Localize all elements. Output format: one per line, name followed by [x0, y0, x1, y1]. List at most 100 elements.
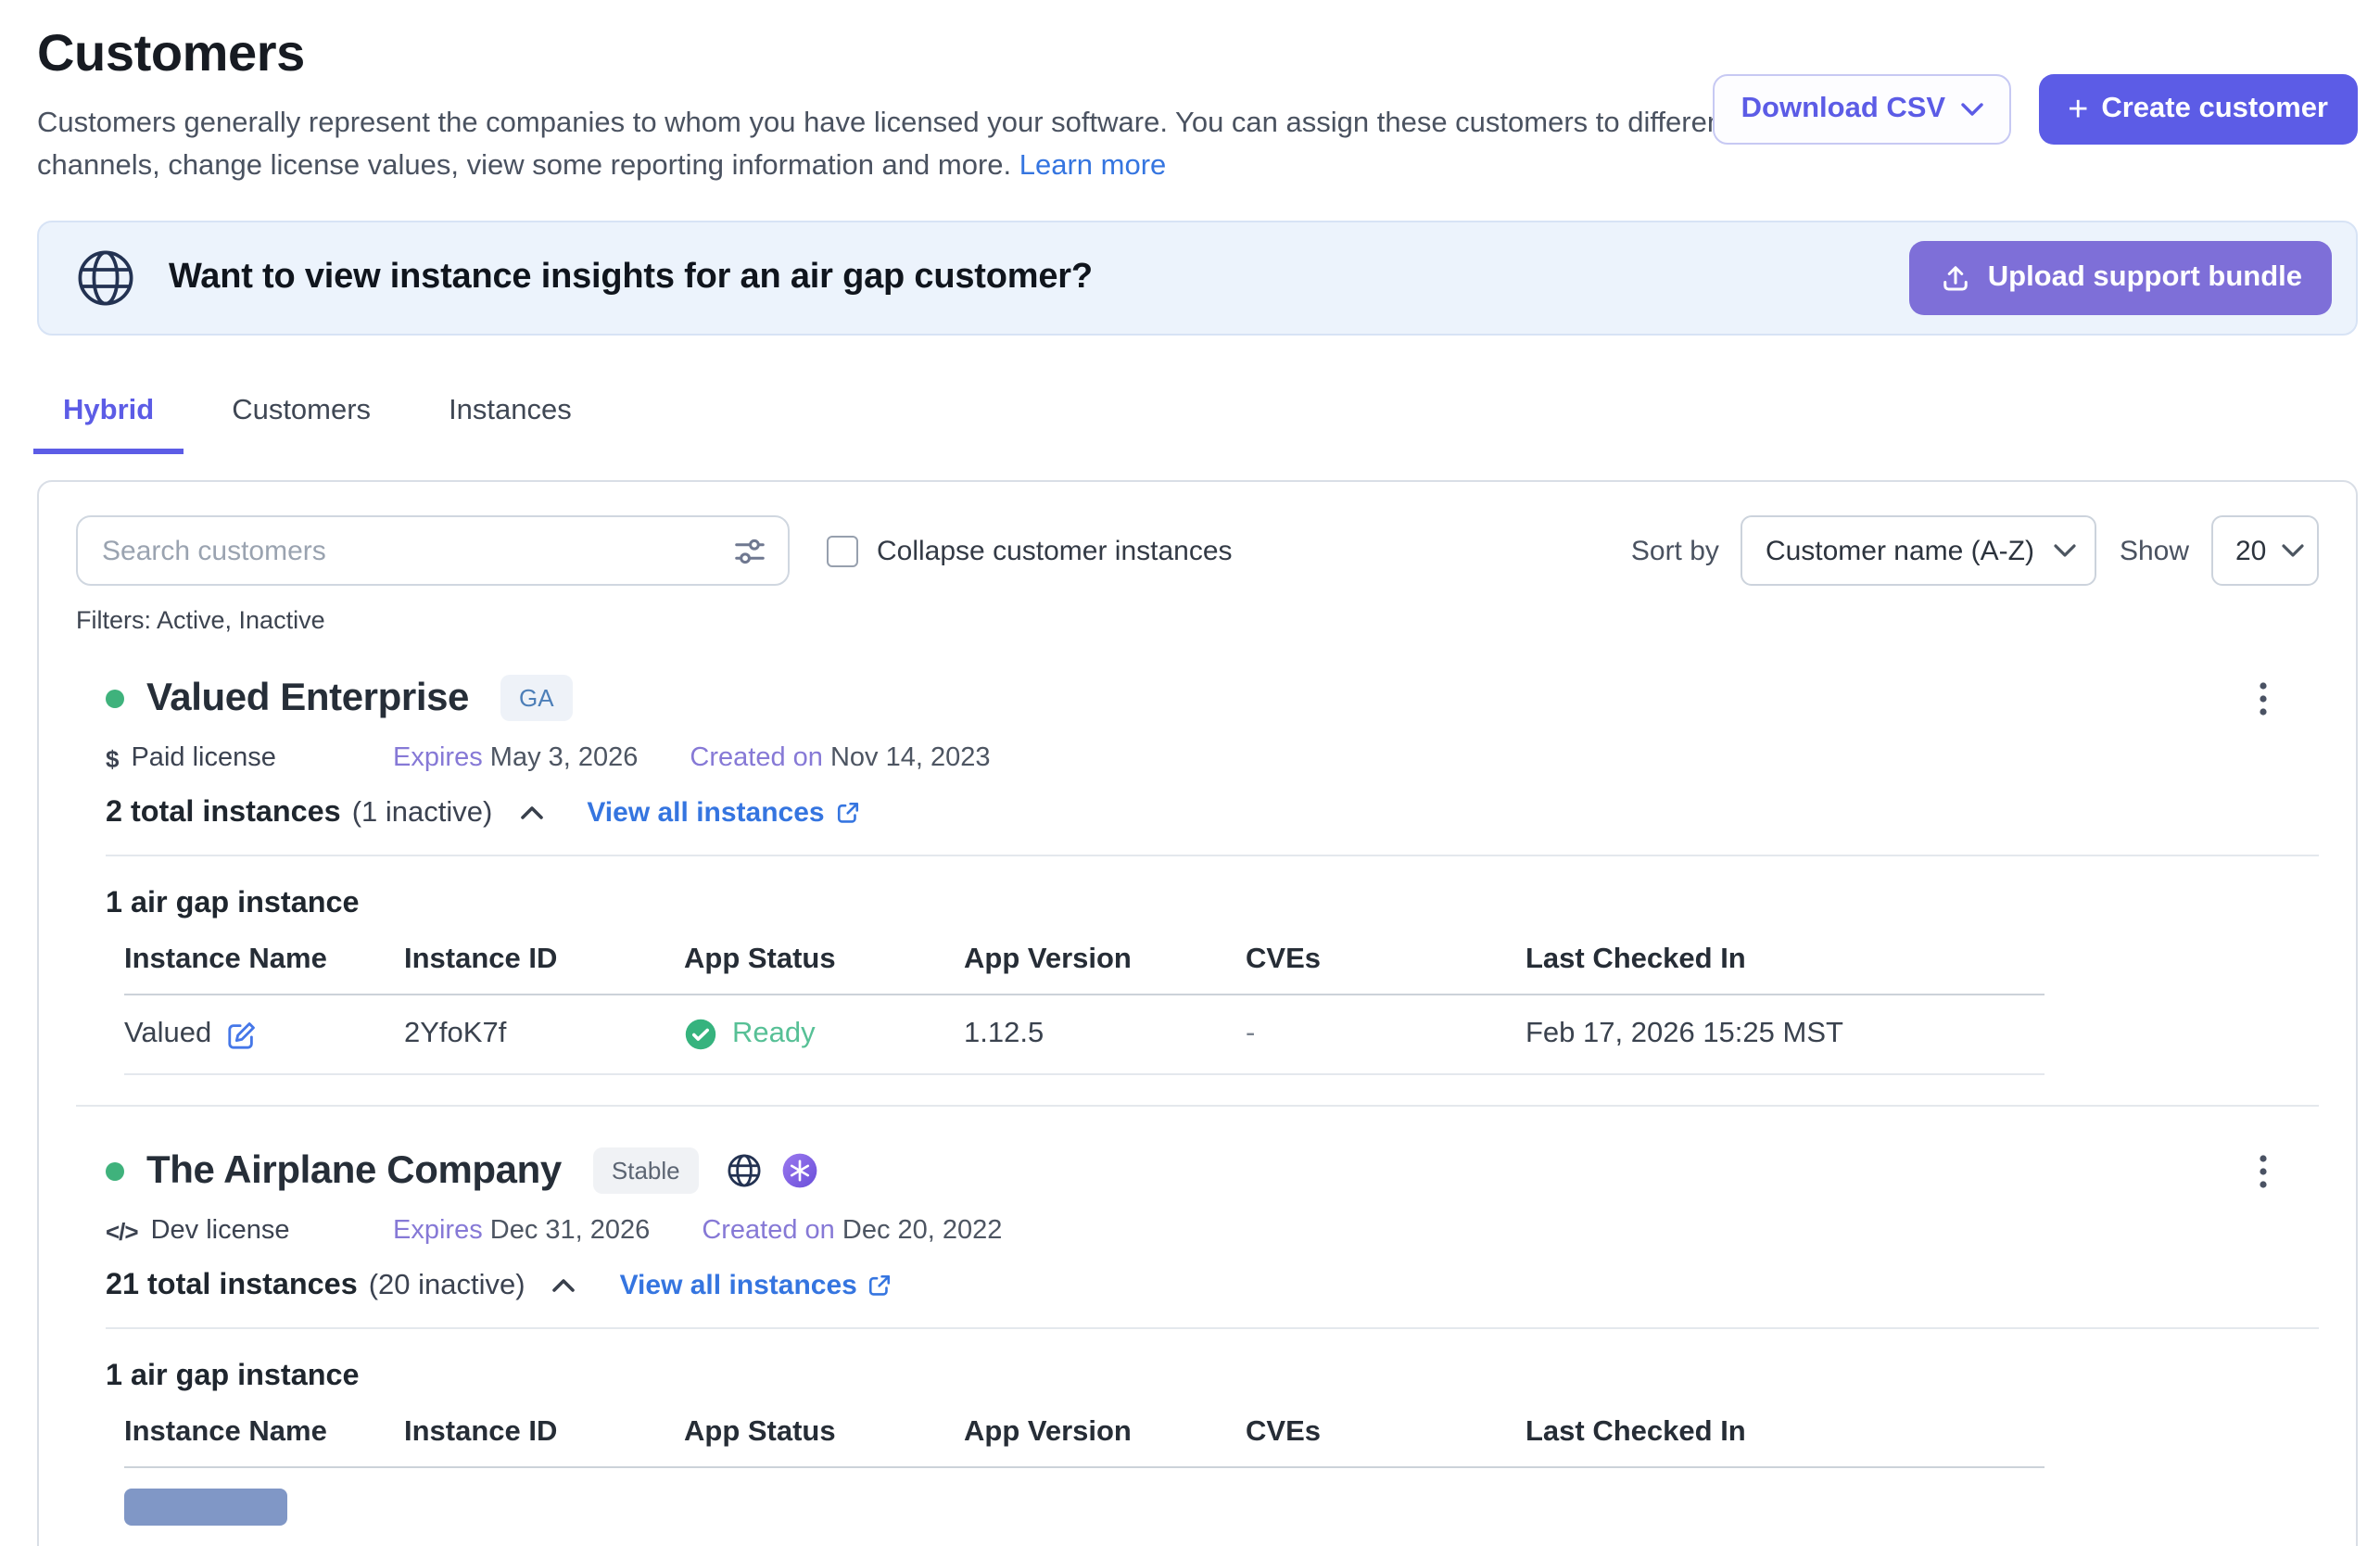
airgap-banner: Want to view instance insights for an ai…	[37, 221, 2358, 336]
customer-name[interactable]: Valued Enterprise	[146, 676, 469, 720]
app-status-cell: Ready	[684, 1018, 964, 1051]
total-instances: 2 total instances	[106, 795, 341, 830]
airgap-instances-table: Instance Name Instance ID App Status App…	[106, 944, 2045, 1075]
customer-kebab-menu[interactable]	[2241, 675, 2285, 723]
upload-support-bundle-label: Upload support bundle	[1988, 261, 2302, 295]
license-type: Dev license	[151, 1216, 290, 1246]
created-date: Nov 14, 2023	[830, 743, 991, 773]
edit-instance-name-button[interactable]	[226, 1019, 258, 1050]
upload-support-bundle-button[interactable]: Upload support bundle	[1910, 241, 2332, 315]
expires-info: Expires May 3, 2026	[393, 743, 638, 773]
created-on-label: Created on	[690, 743, 823, 773]
table-header-row: Instance Name Instance ID App Status App…	[124, 1416, 2045, 1468]
col-cves: CVEs	[1246, 944, 1525, 977]
search-customers-box	[76, 515, 790, 586]
created-on-label: Created on	[702, 1216, 835, 1246]
active-status-dot	[106, 689, 124, 707]
app-status: Ready	[732, 1018, 816, 1051]
show-select[interactable]: 20	[2211, 515, 2319, 586]
page-description-line1: Customers generally represent the compan…	[37, 108, 1731, 139]
learn-more-link[interactable]: Learn more	[1019, 150, 1167, 182]
instance-id: 2YfoK7f	[404, 1018, 684, 1051]
customers-card: Collapse customer instances Sort by Cust…	[37, 480, 2358, 1546]
customer-meta: $ Paid license Expires May 3, 2026 Creat…	[106, 743, 2319, 773]
col-cves: CVEs	[1246, 1416, 1525, 1450]
inactive-instances-note: (20 inactive)	[369, 1269, 525, 1302]
airgap-instances-heading: 1 air gap instance	[106, 1359, 2319, 1394]
filter-sliders-icon[interactable]	[732, 533, 767, 568]
globe-icon	[725, 1151, 764, 1190]
collapse-section-chevron[interactable]	[513, 799, 550, 827]
collapse-instances-checkbox[interactable]	[827, 535, 858, 566]
inactive-instances-note: (1 inactive)	[352, 796, 493, 830]
customer-header: Valued Enterprise GA	[106, 671, 2319, 725]
view-all-instances-link[interactable]: View all instances	[620, 1270, 892, 1301]
expires-date: May 3, 2026	[490, 743, 639, 773]
view-all-instances-label: View all instances	[587, 797, 824, 829]
tab-instances[interactable]: Instances	[419, 384, 601, 454]
dev-license-icon: </>	[106, 1217, 138, 1245]
col-instance-name: Instance Name	[124, 1416, 404, 1450]
kubernetes-cluster-icon	[780, 1151, 819, 1190]
external-link-icon	[868, 1274, 892, 1298]
table-header-row: Instance Name Instance ID App Status App…	[124, 944, 2045, 995]
banner-title: Want to view instance insights for an ai…	[169, 258, 1880, 298]
clipped-table-row	[124, 1489, 287, 1526]
create-customer-button[interactable]: + Create customer	[2038, 74, 2358, 145]
external-link-icon	[836, 801, 860, 825]
customer-the-airplane-company: The Airplane Company Stable	[76, 1144, 2319, 1526]
expires-label: Expires	[393, 743, 483, 773]
last-checked-in: Feb 17, 2026 15:25 MST	[1525, 1018, 2045, 1051]
col-last-checked-in: Last Checked In	[1525, 944, 2045, 977]
total-instances: 21 total instances	[106, 1268, 358, 1303]
instance-name: Valued	[124, 1018, 211, 1051]
col-app-version: App Version	[964, 944, 1246, 977]
toolbar: Collapse customer instances Sort by Cust…	[76, 515, 2319, 586]
license-info: </> Dev license	[106, 1216, 393, 1246]
show-select-value: 20	[2235, 535, 2266, 566]
created-info: Created on Dec 20, 2022	[702, 1216, 1002, 1246]
customer-kebab-menu[interactable]	[2241, 1147, 2285, 1196]
chevron-up-icon	[551, 1277, 577, 1294]
tab-customers[interactable]: Customers	[202, 384, 400, 454]
chevron-down-icon	[2055, 543, 2077, 558]
airgap-instances-table: Instance Name Instance ID App Status App…	[106, 1416, 2045, 1526]
sort-select[interactable]: Customer name (A-Z)	[1741, 515, 2097, 586]
check-circle-icon	[684, 1018, 717, 1051]
globe-icon	[72, 245, 139, 311]
sort-by-label: Sort by	[1631, 535, 1719, 566]
table-row: Valued 2YfoK7f Ready	[124, 995, 2045, 1075]
page-description-line2: channels, change license values, view so…	[37, 150, 1011, 182]
cves-value: -	[1246, 1018, 1525, 1051]
page-content: Customers Customers generally represent …	[0, 0, 2380, 1546]
search-customers-input[interactable]	[102, 535, 717, 566]
customers-page: Customers Customers generally represent …	[0, 0, 2380, 1546]
paid-license-icon: $	[106, 744, 118, 772]
customer-name[interactable]: The Airplane Company	[146, 1148, 562, 1193]
collapse-section-chevron[interactable]	[546, 1272, 583, 1299]
customer-valued-enterprise: Valued Enterprise GA $ Paid license Expi…	[76, 671, 2319, 1075]
col-app-version: App Version	[964, 1416, 1246, 1450]
view-all-instances-link[interactable]: View all instances	[587, 797, 859, 829]
instances-summary-row: 21 total instances (20 inactive) View al…	[106, 1268, 2319, 1303]
expires-label: Expires	[393, 1216, 483, 1246]
col-instance-id: Instance ID	[404, 1416, 684, 1450]
channel-badge: Stable	[593, 1147, 699, 1194]
chevron-down-icon	[2281, 543, 2303, 558]
download-csv-button[interactable]: Download CSV	[1714, 74, 2010, 145]
page-header: Customers Customers generally represent …	[37, 22, 2358, 187]
header-actions: Download CSV + Create customer	[1714, 74, 2358, 145]
divider	[106, 1327, 2319, 1329]
customer-header: The Airplane Company Stable	[106, 1144, 2319, 1198]
customer-meta: </> Dev license Expires Dec 31, 2026 Cre…	[106, 1216, 2319, 1246]
license-type: Paid license	[131, 743, 275, 773]
plus-icon: +	[2068, 92, 2088, 127]
col-app-status: App Status	[684, 1416, 964, 1450]
filters-summary: Filters: Active, Inactive	[76, 606, 2319, 634]
active-status-dot	[106, 1161, 124, 1180]
tab-hybrid[interactable]: Hybrid	[33, 384, 184, 454]
view-all-instances-label: View all instances	[620, 1270, 857, 1301]
show-label: Show	[2120, 535, 2189, 566]
channel-badge: GA	[500, 675, 573, 721]
col-last-checked-in: Last Checked In	[1525, 1416, 2045, 1450]
